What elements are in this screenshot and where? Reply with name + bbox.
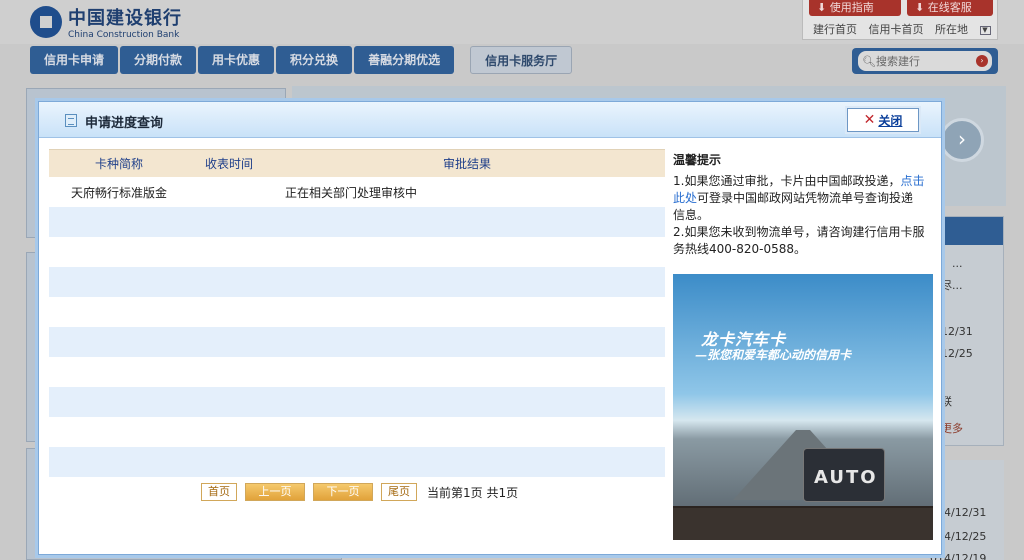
first-page-button[interactable]: 首页	[201, 483, 237, 501]
next-page-button[interactable]: 下一页	[313, 483, 373, 501]
bank-name-en: China Construction Bank	[68, 30, 180, 40]
ccb-logo-icon	[30, 6, 62, 38]
page-header: 中国建设银行 China Construction Bank ⬇ 使用指南 ⬇ …	[0, 0, 1024, 44]
bank-name-cn: 中国建设银行	[68, 8, 182, 29]
search-input[interactable]: 🔍︎ 搜索建行 ›	[858, 51, 992, 71]
progress-query-dialog: 申请进度查询 ✕ 关闭 卡种简称 收表时间 审批结果 天府畅行标准版金 正在相关…	[38, 101, 942, 555]
nav-offers[interactable]: 用卡优惠	[198, 46, 275, 74]
online-service-button[interactable]: ⬇ 在线客服	[907, 0, 993, 16]
close-label: 关闭	[878, 113, 903, 128]
tip-2: 2.如果您未收到物流单号，请咨询建行信用卡服务热线400-820-0588。	[673, 225, 925, 256]
tips-panel: 温馨提示 1.如果您通过审批，卡片由中国邮政投递，点击此处可登录中国邮政网站凭物…	[673, 152, 925, 258]
last-page-button[interactable]: 尾页	[381, 483, 417, 501]
column-receive-time: 收表时间	[204, 157, 253, 171]
chevron-right-icon[interactable]: ›	[940, 118, 984, 162]
dialog-header: 申请进度查询 ✕ 关闭	[39, 102, 941, 138]
search-go-icon[interactable]: ›	[976, 55, 988, 67]
tips-title: 温馨提示	[673, 153, 722, 167]
credit-card-image: AUTO	[803, 448, 885, 502]
table-row	[49, 237, 665, 267]
search-icon: 🔍︎	[862, 54, 876, 68]
main-nav: 信用卡申请 分期付款 用卡优惠 积分兑换 善融分期优选 信用卡服务厅	[30, 46, 574, 76]
nav-points[interactable]: 积分兑换	[276, 46, 353, 74]
bank-logo[interactable]: 中国建设银行 China Construction Bank	[30, 4, 182, 40]
close-button[interactable]: ✕ 关闭	[847, 108, 919, 132]
table-row	[49, 357, 665, 387]
table-header: 卡种简称 收表时间 审批结果	[49, 149, 665, 177]
nav-card-apply[interactable]: 信用卡申请	[30, 46, 119, 74]
table-row	[49, 417, 665, 447]
page-info: 当前第1页 共1页	[427, 485, 519, 500]
card-text: AUTO	[814, 467, 878, 488]
link-location[interactable]: 所在地	[935, 23, 968, 36]
top-nav: 建行首页 信用卡首页 所在地 ▼	[813, 21, 999, 37]
search-placeholder: 搜索建行	[875, 55, 920, 68]
guide-button[interactable]: ⬇ 使用指南	[809, 0, 901, 16]
progress-table: 卡种简称 收表时间 审批结果 天府畅行标准版金 正在相关部门处理审核中	[49, 149, 665, 507]
column-card-name: 卡种简称	[94, 157, 143, 171]
link-card-home[interactable]: 信用卡首页	[869, 23, 924, 36]
car-card-ad-banner[interactable]: 龙卡汽车卡 —张您和爱车都心动的信用卡 AUTO	[673, 274, 933, 540]
top-links: ⬇ 使用指南 ⬇ 在线客服 建行首页 信用卡首页 所在地 ▼	[802, 0, 998, 40]
nav-shanrong[interactable]: 善融分期优选	[354, 46, 455, 74]
more-link[interactable]: 更多	[941, 420, 963, 436]
table-row	[49, 297, 665, 327]
tip-1: 1.如果您通过审批，卡片由中国邮政投递，点击此处可登录中国邮政网站凭物流单号查询…	[673, 174, 925, 222]
close-icon: ✕	[863, 112, 876, 128]
ad-subtitle: —张您和爱车都心动的信用卡	[695, 348, 852, 362]
table-row	[49, 387, 665, 417]
cell-card-name: 天府畅行标准版金	[71, 185, 168, 200]
column-approval-result: 审批结果	[442, 157, 491, 171]
chevron-down-icon[interactable]: ▼	[979, 25, 991, 35]
table-row	[49, 267, 665, 297]
table-row	[49, 207, 665, 237]
document-icon	[65, 114, 77, 127]
link-ccb-home[interactable]: 建行首页	[813, 23, 857, 36]
pagination: 首页 上一页 下一页 尾页 当前第1页 共1页	[201, 483, 518, 501]
table-row	[49, 447, 665, 477]
nav-installment[interactable]: 分期付款	[120, 46, 197, 74]
table-row: 天府畅行标准版金 正在相关部门处理审核中	[49, 177, 665, 207]
table-row	[49, 327, 665, 357]
nav-service-hall[interactable]: 信用卡服务厅	[470, 46, 573, 74]
search-box: 🔍︎ 搜索建行 ›	[852, 48, 998, 74]
dialog-title: 申请进度查询	[85, 116, 164, 131]
prev-page-button[interactable]: 上一页	[245, 483, 305, 501]
cell-approval-result: 正在相关部门处理审核中	[285, 185, 418, 200]
dashboard-image	[673, 506, 933, 540]
